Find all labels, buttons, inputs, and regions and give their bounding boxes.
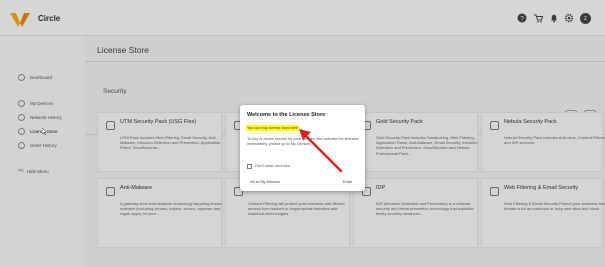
dialog-body: To buy or renew license for your devices… (247, 137, 359, 147)
dont-show-label: Don't show next time (255, 164, 291, 168)
highlighted-message: You can buy license keys here (246, 125, 300, 131)
welcome-dialog: Welcome to the License Store You can buy… (240, 105, 365, 191)
enter-button[interactable]: Enter (343, 180, 352, 184)
dont-show-checkbox[interactable] (247, 164, 252, 169)
mouse-cursor-icon (42, 128, 47, 135)
go-to-my-devices-link[interactable]: Go to My Devices (250, 180, 280, 184)
dialog-title: Welcome to the License Store (247, 112, 326, 118)
